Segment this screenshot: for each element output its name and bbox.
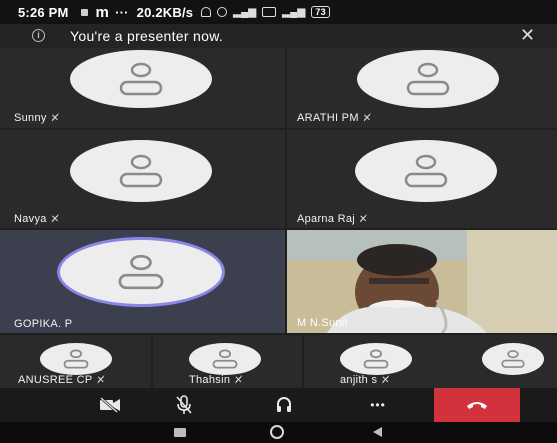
mute-button[interactable] [160, 388, 208, 422]
signal-icon: ▂▄▆ [233, 6, 257, 18]
person-icon [119, 154, 163, 188]
participant-tile[interactable]: Aparna Raj ✕̸ [287, 130, 557, 228]
avatar [482, 343, 544, 375]
avatar [357, 50, 499, 108]
end-call-button[interactable] [434, 388, 520, 422]
person-icon [212, 349, 238, 369]
headset-icon [277, 397, 291, 412]
person-icon [501, 350, 525, 368]
battery-icon: 73 [311, 6, 330, 18]
participant-name: Sunny ✕̸ [14, 112, 60, 124]
system-nav-bar [0, 422, 557, 443]
participant-tile[interactable]: ANUSREE CP ✕̸ [0, 335, 151, 388]
call-controls: ••• [0, 388, 557, 422]
person-icon [119, 62, 163, 96]
avatar [189, 343, 261, 375]
mic-off-icon: ✕̸ [50, 214, 60, 225]
participant-tile[interactable]: Thahsin ✕̸ [153, 335, 302, 388]
carrier-icon: m [95, 3, 110, 21]
person-icon [363, 349, 389, 369]
presenter-banner: i You're a presenter now. ✕ [0, 24, 557, 48]
phone-hangup-icon [467, 402, 487, 409]
participant-name: Navya ✕̸ [14, 213, 60, 225]
participant-name: Thahsin ✕̸ [189, 374, 243, 386]
network-speed: 20.2KB/s [136, 4, 194, 20]
person-icon [63, 349, 89, 369]
avatar [70, 50, 212, 108]
avatar [355, 140, 497, 202]
mic-off-icon: ✕̸ [50, 113, 60, 124]
participant-name: GOPIKA. P [14, 318, 73, 330]
person-icon [118, 254, 164, 290]
info-icon: i [32, 29, 45, 42]
mic-off-icon [176, 395, 192, 414]
back-icon[interactable] [373, 427, 382, 437]
notification-icon [80, 8, 88, 16]
banner-message: You're a presenter now. [70, 28, 224, 44]
avatar [70, 140, 212, 202]
recents-icon[interactable] [174, 428, 186, 437]
participant-name: Aparna Raj ✕̸ [297, 213, 368, 225]
video-off-icon [100, 397, 120, 413]
status-bar: 5:26 PM m ··· 20.2KB/s ▂▄▆ ▂▄▆ 73 [0, 0, 557, 24]
mic-off-icon: ✕̸ [362, 113, 372, 124]
meeting-screen: 5:26 PM m ··· 20.2KB/s ▂▄▆ ▂▄▆ 73 i You'… [0, 0, 557, 443]
participant-name: anjith s ✕̸ [340, 374, 390, 386]
signal-2-icon: ▂▄▆ [282, 6, 306, 18]
person-icon [404, 154, 448, 188]
status-time: 5:26 PM [18, 4, 69, 20]
mic-off-icon: ✕̸ [96, 375, 106, 386]
more-notifications-icon: ··· [115, 4, 129, 20]
home-icon[interactable] [270, 425, 284, 439]
participant-video-tile[interactable]: M N.Sunil [287, 230, 557, 333]
close-icon[interactable]: ✕ [520, 25, 535, 46]
avatar [40, 343, 112, 375]
participant-tile[interactable]: anjith s ✕̸ [304, 335, 557, 388]
alarm-icon [217, 7, 228, 17]
sim-icon [262, 7, 277, 17]
participant-name: ARATHI PM ✕̸ [297, 112, 372, 124]
headset-status-icon [201, 7, 212, 17]
mic-off-icon: ✕̸ [359, 214, 368, 225]
participant-name: M N.Sunil [297, 317, 348, 329]
audio-output-button[interactable] [260, 388, 308, 422]
mic-off-icon: ✕̸ [381, 375, 390, 386]
participant-name: ANUSREE CP ✕̸ [18, 374, 106, 386]
participant-tile[interactable]: ARATHI PM ✕̸ [287, 48, 557, 128]
active-speaker-tile[interactable]: GOPIKA. P [0, 230, 285, 333]
status-icons: ▂▄▆ ▂▄▆ 73 [201, 6, 330, 18]
avatar [60, 240, 222, 304]
mic-off-icon: ✕̸ [234, 375, 243, 386]
avatar [340, 343, 412, 375]
camera-toggle-button[interactable] [86, 388, 134, 422]
participant-tile[interactable]: Sunny ✕̸ [0, 48, 285, 128]
participant-tile[interactable]: Navya ✕̸ [0, 130, 285, 228]
more-options-button[interactable]: ••• [352, 388, 404, 422]
person-icon [406, 62, 450, 96]
